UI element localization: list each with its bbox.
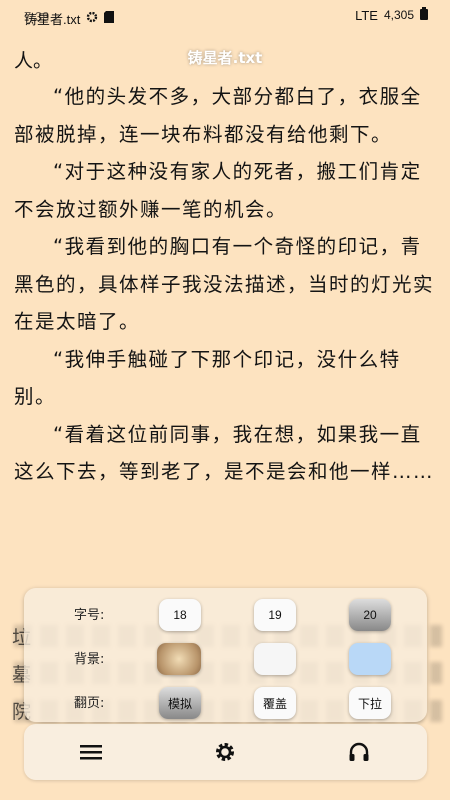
background-white-swatch[interactable] bbox=[254, 643, 296, 675]
font-size-18-button[interactable]: 18 bbox=[159, 599, 201, 631]
gear-icon[interactable] bbox=[212, 740, 238, 764]
font-size-20-button[interactable]: 20 bbox=[349, 599, 391, 631]
menu-icon[interactable] bbox=[78, 740, 104, 764]
font-size-row: 字号: 18 19 20 bbox=[24, 594, 427, 634]
reader-content[interactable]: “他的头发不多，大部分都白了，衣服全部被脱掉，连一块布料都没有给他剩下。 “对于… bbox=[14, 78, 442, 491]
paragraph: “他的头发不多，大部分都白了，衣服全部被脱掉，连一块布料都没有给他剩下。 bbox=[14, 85, 422, 146]
settings-gear-status-icon bbox=[86, 11, 98, 26]
page-turn-simulate-button[interactable]: 模拟 bbox=[159, 687, 201, 719]
background-row: 背景: bbox=[24, 638, 427, 678]
reader-title-bar: 铸星者.txt bbox=[0, 40, 450, 76]
book-title: 铸星者.txt bbox=[187, 49, 263, 67]
headphones-icon[interactable] bbox=[346, 740, 372, 764]
font-size-19-button[interactable]: 19 bbox=[254, 599, 296, 631]
clipped-line: 人。 bbox=[14, 50, 53, 72]
paragraph: “对于这种没有家人的死者，搬工们肯定不会放过额外赚一笔的机会。 bbox=[14, 160, 422, 221]
network-type: LTE bbox=[355, 7, 378, 23]
page-turn-row: 翻页: 模拟 覆盖 下拉 bbox=[24, 682, 427, 722]
signal-text: 4,305 bbox=[383, 8, 414, 22]
background-paper-swatch[interactable] bbox=[157, 643, 201, 675]
paragraph: “看着这位前同事，我在想，如果我一直这么下去，等到老了，是不是会和他一样…… bbox=[14, 422, 435, 484]
font-size-label: 字号: bbox=[74, 608, 105, 623]
page-turn-label: 翻页: bbox=[74, 696, 105, 711]
reader-settings-panel: 字号: 18 19 20 背景: 翻页: 模拟 覆盖 下拉 bbox=[24, 588, 427, 722]
battery-icon bbox=[420, 7, 428, 23]
background-label: 背景: bbox=[74, 652, 105, 667]
sd-card-icon bbox=[104, 11, 115, 26]
page-turn-scroll-button[interactable]: 下拉 bbox=[349, 687, 391, 719]
paragraph: “我看到他的胸口有一个奇怪的印记，青黑色的，具体样子我没法描述，当时的灯光实在是… bbox=[14, 235, 435, 333]
page-turn-cover-button[interactable]: 覆盖 bbox=[254, 687, 296, 719]
paragraph: “我伸手触碰了下那个印记，没什么特别。 bbox=[14, 347, 401, 409]
status-time: 7:39 bbox=[24, 9, 50, 24]
background-blue-swatch[interactable] bbox=[349, 643, 391, 675]
bottom-toolbar bbox=[24, 724, 427, 780]
status-bar: 7:39 铸星者.txt LTE 4,305 bbox=[0, 0, 450, 32]
